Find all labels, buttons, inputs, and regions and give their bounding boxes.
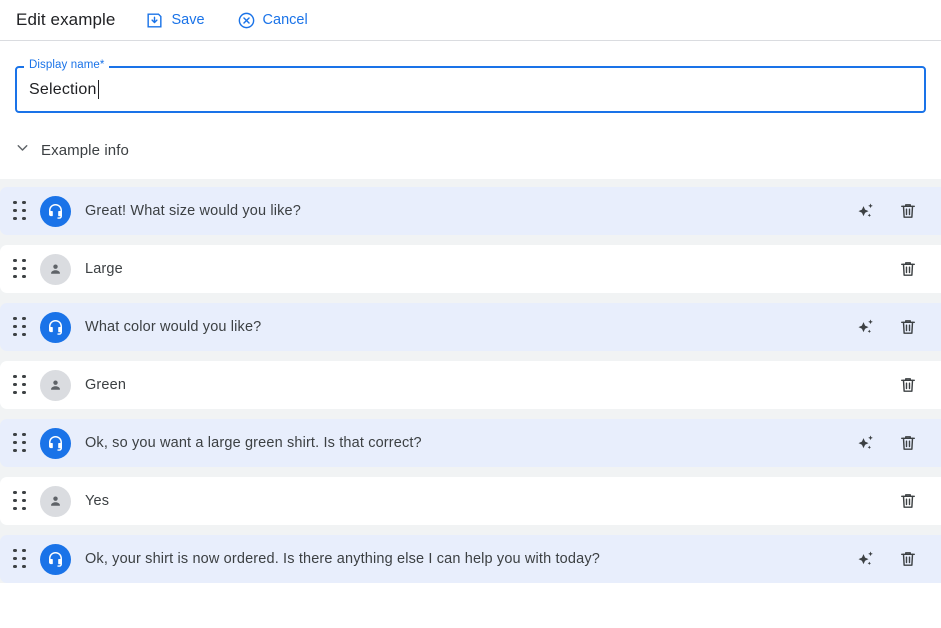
headset-icon xyxy=(40,427,71,459)
conversation-turn-text[interactable]: Ok, so you want a large green shirt. Is … xyxy=(85,435,855,451)
conversation-turn-text[interactable]: Great! What size would you like? xyxy=(85,203,855,219)
editor-body: Display name* Selection Example info Gre… xyxy=(0,58,941,583)
display-name-field[interactable]: Display name* Selection xyxy=(15,58,926,113)
trash-icon[interactable] xyxy=(897,258,919,280)
page-title: Edit example xyxy=(16,10,116,29)
conversation-turn-text[interactable]: Ok, your shirt is now ordered. Is there … xyxy=(85,551,855,567)
display-name-input[interactable]: Selection xyxy=(29,81,97,99)
row-actions xyxy=(855,374,919,396)
person-icon xyxy=(40,253,71,285)
conversation-turn-row[interactable]: Great! What size would you like? xyxy=(0,187,941,235)
drag-handle-icon[interactable] xyxy=(12,258,28,280)
cancel-circle-icon xyxy=(237,11,256,30)
person-icon xyxy=(40,369,71,401)
conversation-turn-text[interactable]: Green xyxy=(85,377,855,393)
example-info-label: Example info xyxy=(41,141,129,159)
row-actions xyxy=(855,316,919,338)
person-icon xyxy=(40,485,71,517)
drag-handle-icon[interactable] xyxy=(12,316,28,338)
text-caret xyxy=(97,80,99,99)
conversation-turn-row[interactable]: Ok, so you want a large green shirt. Is … xyxy=(0,419,941,467)
trash-icon[interactable] xyxy=(897,490,919,512)
drag-handle-icon[interactable] xyxy=(12,490,28,512)
cancel-button[interactable]: Cancel xyxy=(235,9,310,32)
drag-handle-icon[interactable] xyxy=(12,200,28,222)
conversation-turn-text[interactable]: What color would you like? xyxy=(85,319,855,335)
headset-icon xyxy=(40,195,71,227)
row-actions xyxy=(855,258,919,280)
trash-icon[interactable] xyxy=(897,374,919,396)
row-actions xyxy=(855,490,919,512)
conversation-turn-row[interactable]: Large xyxy=(0,245,941,293)
save-button-label: Save xyxy=(171,12,205,28)
sparkle-icon[interactable] xyxy=(855,432,877,454)
cancel-button-label: Cancel xyxy=(262,12,308,28)
conversation-turn-row[interactable]: Ok, your shirt is now ordered. Is there … xyxy=(0,535,941,583)
headset-icon xyxy=(40,311,71,343)
row-actions xyxy=(855,548,919,570)
trash-icon[interactable] xyxy=(897,548,919,570)
trash-icon[interactable] xyxy=(897,200,919,222)
conversation-turn-text[interactable]: Yes xyxy=(85,493,855,509)
drag-handle-icon[interactable] xyxy=(12,548,28,570)
sparkle-icon[interactable] xyxy=(855,548,877,570)
display-name-input-wrapper[interactable]: Selection xyxy=(29,66,99,113)
sparkle-icon[interactable] xyxy=(855,316,877,338)
toolbar: Edit example Save Cancel xyxy=(0,0,941,41)
save-button[interactable]: Save xyxy=(143,9,206,32)
drag-handle-icon[interactable] xyxy=(12,374,28,396)
example-info-expander[interactable]: Example info xyxy=(14,135,133,165)
row-actions xyxy=(855,200,919,222)
conversation-turn-row[interactable]: Yes xyxy=(0,477,941,525)
conversation-turn-row[interactable]: Green xyxy=(0,361,941,409)
chevron-down-icon xyxy=(14,139,31,161)
headset-icon xyxy=(40,543,71,575)
row-actions xyxy=(855,432,919,454)
trash-icon[interactable] xyxy=(897,316,919,338)
save-icon xyxy=(145,11,164,30)
conversation-turn-list: Great! What size would you like? Large Wha… xyxy=(0,179,941,583)
drag-handle-icon[interactable] xyxy=(12,432,28,454)
conversation-turn-text[interactable]: Large xyxy=(85,261,855,277)
conversation-turn-row[interactable]: What color would you like? xyxy=(0,303,941,351)
trash-icon[interactable] xyxy=(897,432,919,454)
display-name-field-outline xyxy=(15,66,926,113)
sparkle-icon[interactable] xyxy=(855,200,877,222)
